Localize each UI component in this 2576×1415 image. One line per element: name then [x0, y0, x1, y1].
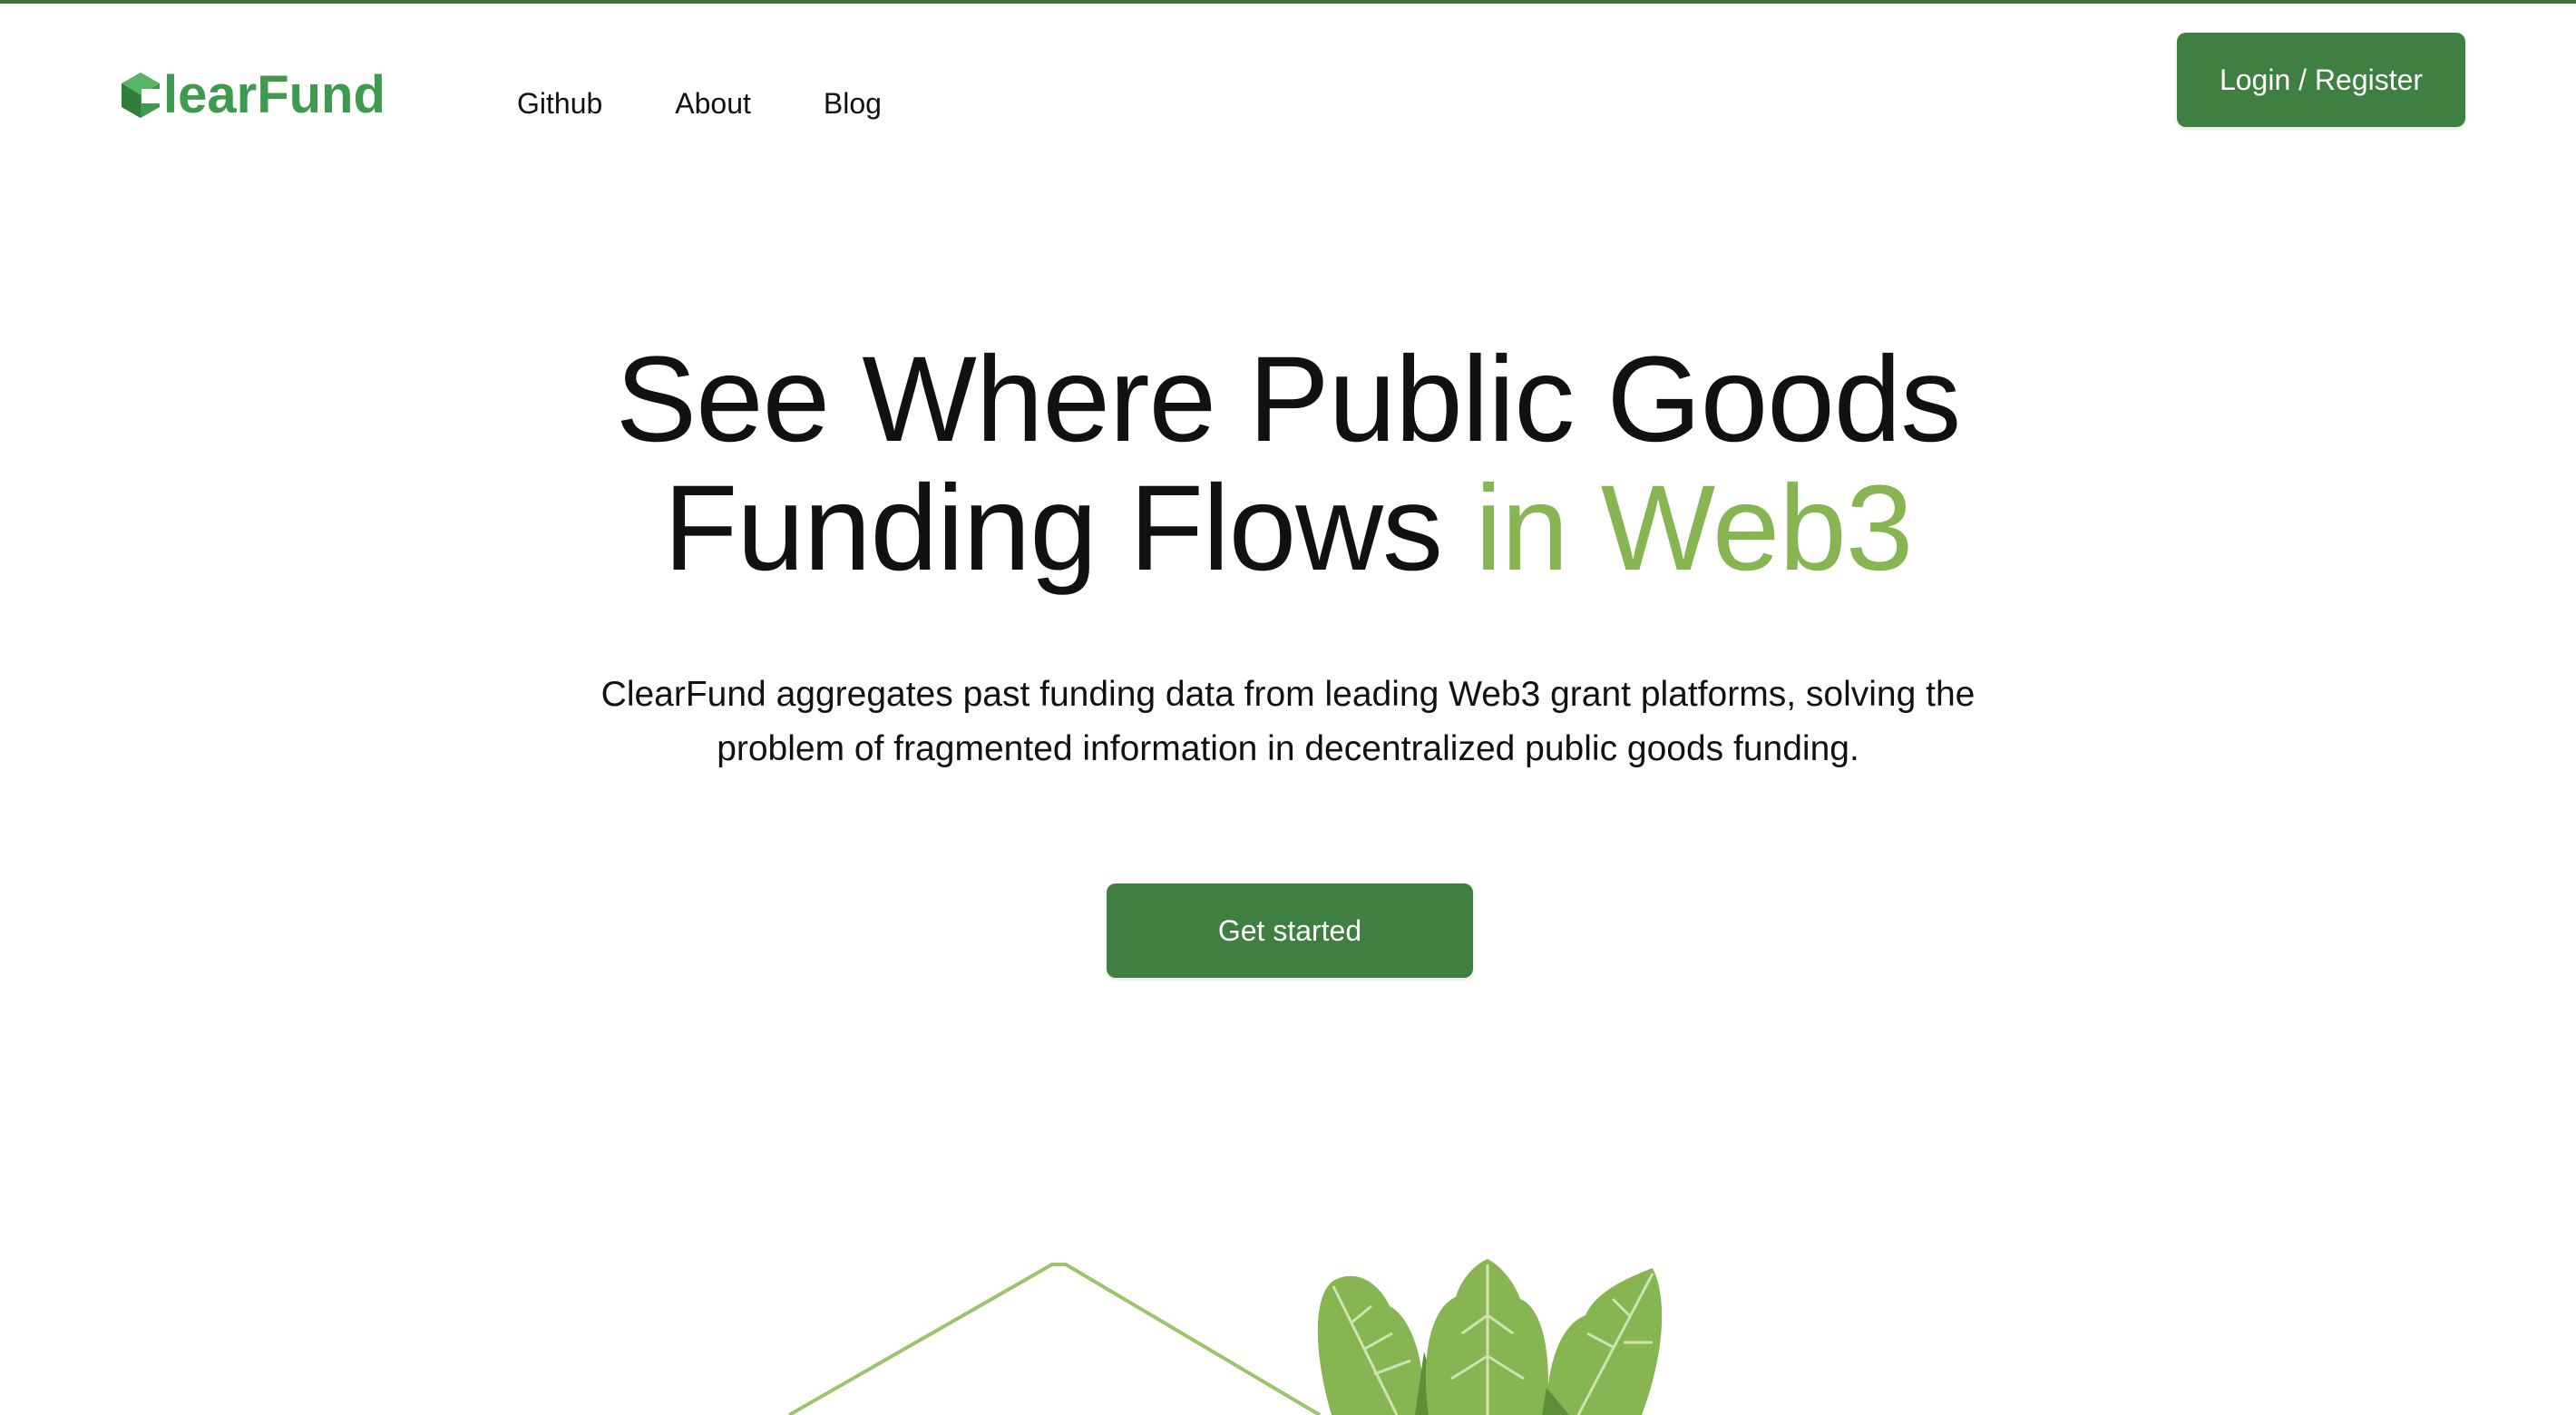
hero-title: See Where Public Goods Funding Flows in …: [0, 336, 2576, 593]
hero-title-line1: See Where Public Goods: [615, 332, 1962, 467]
nav-link-github[interactable]: Github: [517, 82, 602, 125]
login-register-button[interactable]: Login / Register: [2177, 33, 2465, 127]
top-accent-bar: [0, 0, 2576, 4]
hero-subtitle-line1: ClearFund aggregates past funding data f…: [600, 675, 1976, 714]
nav-link-about[interactable]: About: [675, 82, 751, 125]
hero-illustration: [788, 1259, 1663, 1415]
clearfund-hexagon-logo-icon: [122, 73, 161, 118]
hero-title-accent: in Web3: [1475, 461, 1913, 596]
hero-subtitle: ClearFund aggregates past funding data f…: [517, 668, 2059, 776]
main-nav: Github About Blog: [517, 82, 954, 125]
hero-title-line2-prefix: Funding Flows: [663, 461, 1443, 596]
nav-link-blog[interactable]: Blog: [824, 82, 882, 125]
get-started-button[interactable]: Get started: [1107, 883, 1473, 978]
green-leaves-plant-icon: [1317, 1259, 1663, 1415]
outline-pyramid-shape: [788, 1263, 1322, 1415]
hero-subtitle-line2: problem of fragmented information in dec…: [717, 729, 1859, 768]
logo-wordmark: learFund: [163, 65, 385, 124]
clearfund-logo[interactable]: learFund: [120, 65, 385, 125]
